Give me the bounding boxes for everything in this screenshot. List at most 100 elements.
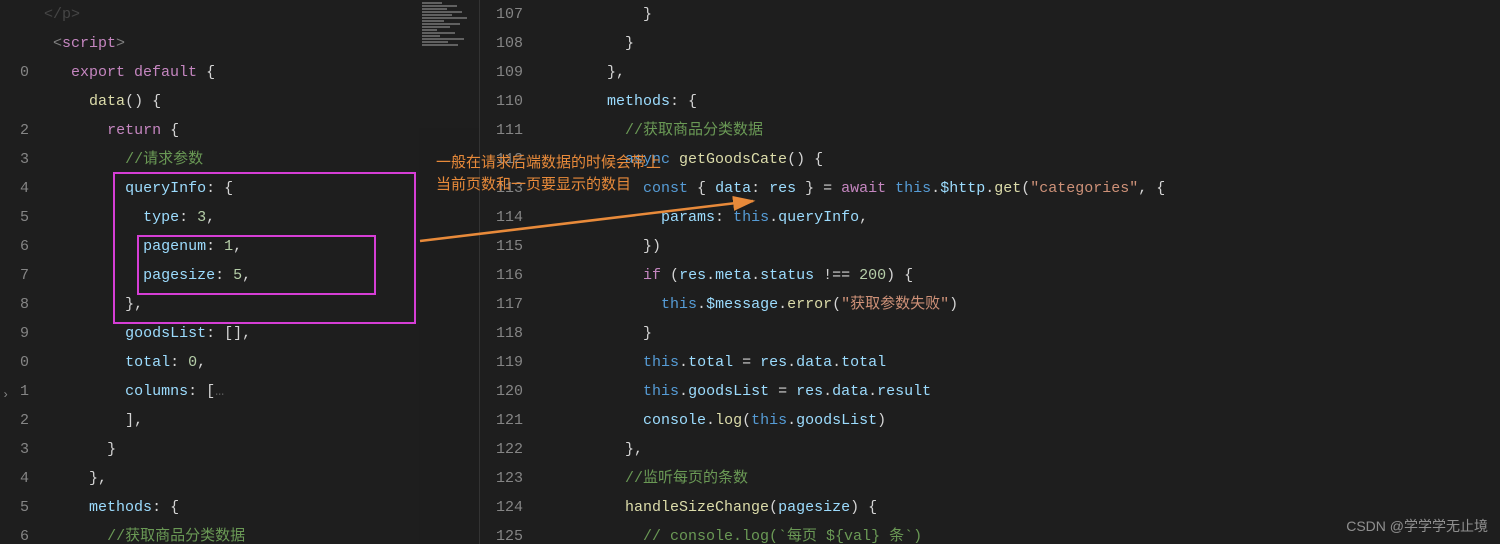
code-text <box>886 180 895 197</box>
code-text: () { <box>125 93 161 110</box>
code-text: : { <box>152 499 179 516</box>
line-number: 8 <box>0 290 29 319</box>
code-text: this <box>643 383 679 400</box>
code-text: : [ <box>188 383 215 400</box>
code-text: ( <box>832 296 841 313</box>
code-text: pagesize <box>778 499 850 516</box>
code-text: 200 <box>859 267 886 284</box>
code-text: 0 <box>188 354 197 371</box>
code-text: }, <box>607 64 625 81</box>
code-comment: //获取商品分类数据 <box>625 122 763 139</box>
minimap[interactable] <box>419 0 479 544</box>
code-text: ) { <box>850 499 877 516</box>
code-text: 1 <box>224 238 233 255</box>
code-text: }) <box>643 238 661 255</box>
code-text: . <box>832 354 841 371</box>
code-text: data <box>796 354 832 371</box>
code-text: this <box>895 180 931 197</box>
code-text: ( <box>661 267 679 284</box>
code-text: }, <box>89 470 107 487</box>
line-number: 116 <box>480 261 523 290</box>
code-text: : { <box>206 180 233 197</box>
code-text: console <box>643 412 706 429</box>
code-text: . <box>706 412 715 429</box>
code-comment: //监听每页的条数 <box>625 470 748 487</box>
code-text: methods <box>89 499 152 516</box>
line-number: 115 <box>480 232 523 261</box>
code-text: } <box>643 325 652 342</box>
code-text: "获取参数失败" <box>841 296 949 313</box>
code-text: , <box>197 354 206 371</box>
code-text: $http <box>940 180 985 197</box>
code-text: columns <box>125 383 188 400</box>
code-text: pagenum <box>143 238 206 255</box>
code-text: } <box>625 35 634 52</box>
line-number: 123 <box>480 464 523 493</box>
code-text: . <box>823 383 832 400</box>
code-text: res <box>796 383 823 400</box>
line-number: 2 <box>0 116 29 145</box>
line-number: 109 <box>480 58 523 87</box>
code-text: 5 <box>233 267 242 284</box>
chevron-right-icon[interactable]: › <box>2 388 9 402</box>
left-code-area[interactable]: </p> <script> export default { data() { … <box>35 0 419 544</box>
code-comment: //请求参数 <box>125 151 203 168</box>
code-text: "categories" <box>1030 180 1138 197</box>
line-number: 5 <box>0 493 29 522</box>
code-text: . <box>787 354 796 371</box>
line-number: 3 <box>0 435 29 464</box>
code-text: : [], <box>206 325 251 342</box>
code-text: : <box>715 209 733 226</box>
code-text: . <box>706 267 715 284</box>
code-text: status <box>760 267 814 284</box>
left-editor-pane[interactable]: 0 2 3 4 5 6 7 8 9 0 1 2 3 4 5 6 › </p> <… <box>0 0 480 544</box>
code-text: if <box>643 267 661 284</box>
code-text: : <box>751 180 769 197</box>
code-text: total <box>841 354 886 371</box>
code-text: queryInfo <box>778 209 859 226</box>
code-text: this <box>751 412 787 429</box>
watermark: CSDN @学学学无止境 <box>1346 516 1488 536</box>
fold-ellipsis[interactable]: … <box>215 383 224 400</box>
code-text: async <box>625 151 670 168</box>
code-text: }, <box>125 296 143 313</box>
line-number <box>0 0 29 29</box>
line-number: 119 <box>480 348 523 377</box>
code-text: , { <box>1138 180 1165 197</box>
code-comment: //获取商品分类数据 <box>107 528 245 544</box>
code-text: 3 <box>197 209 206 226</box>
line-number: 6 <box>0 232 29 261</box>
code-text: data <box>715 180 751 197</box>
line-number: 113 <box>480 174 523 203</box>
line-number: 114 <box>480 203 523 232</box>
code-text: , <box>242 267 251 284</box>
code-text: params <box>661 209 715 226</box>
code-text: get <box>994 180 1021 197</box>
code-text: error <box>787 296 832 313</box>
code-text: . <box>985 180 994 197</box>
code-text: const <box>643 180 688 197</box>
right-editor-pane[interactable]: 107 108 109 110 111 112 113 114 115 116 … <box>480 0 1500 544</box>
code-text: this <box>661 296 697 313</box>
code-text: this <box>643 354 679 371</box>
code-text: () { <box>787 151 823 168</box>
code-text: . <box>769 209 778 226</box>
line-number: 108 <box>480 29 523 58</box>
code-text: : <box>179 209 197 226</box>
code-text: ( <box>1021 180 1030 197</box>
code-text: handleSizeChange <box>625 499 769 516</box>
code-text: . <box>778 296 787 313</box>
code-text: , <box>859 209 868 226</box>
code-text: default <box>125 64 197 81</box>
code-text: methods <box>607 93 670 110</box>
code-text: total <box>125 354 170 371</box>
code-text: . <box>697 296 706 313</box>
right-code-area[interactable]: } } }, methods: { //获取商品分类数据 async getGo… <box>535 0 1500 544</box>
code-text: res <box>679 267 706 284</box>
code-text: return <box>107 122 161 139</box>
line-number: 9 <box>0 319 29 348</box>
code-text: = <box>769 383 796 400</box>
line-number: 3 <box>0 145 29 174</box>
code-text: this <box>733 209 769 226</box>
line-number: 107 <box>480 0 523 29</box>
